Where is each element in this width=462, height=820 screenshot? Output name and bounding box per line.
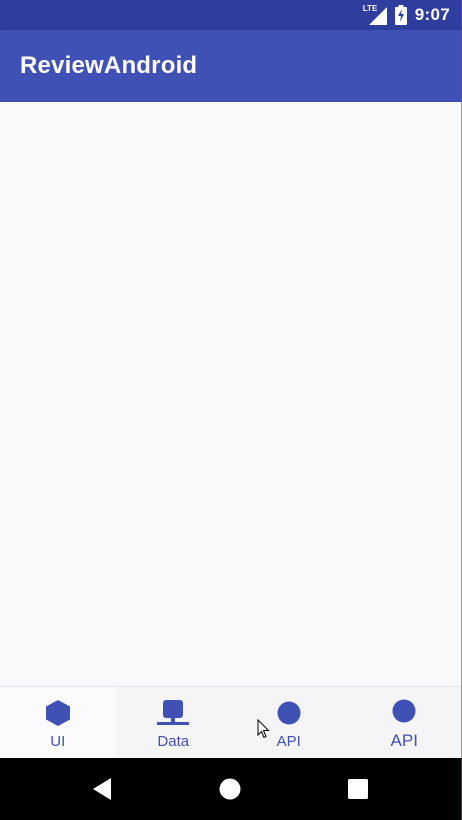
- nav-item-ui[interactable]: UI: [0, 687, 116, 759]
- nav-label-api: API: [276, 733, 301, 750]
- circle-icon: [392, 699, 416, 723]
- home-icon[interactable]: [219, 777, 241, 801]
- system-navigation-bar: [0, 758, 462, 820]
- nav-label-data: Data: [157, 733, 190, 750]
- circle-icon: [277, 701, 301, 725]
- status-clock: 9:07: [414, 5, 450, 24]
- nav-label-api-2: API: [390, 731, 418, 750]
- back-icon[interactable]: [92, 777, 112, 801]
- signal-icon: [368, 7, 387, 25]
- mouse-cursor-icon: [257, 719, 270, 739]
- nav-label-ui: UI: [50, 733, 66, 750]
- app-title: ReviewAndroid: [20, 52, 198, 79]
- recents-icon[interactable]: [348, 779, 368, 799]
- content-area: [0, 102, 462, 686]
- app-bar: ReviewAndroid: [0, 30, 462, 102]
- nav-item-api-2[interactable]: API: [347, 687, 462, 759]
- battery-charging-icon: [394, 5, 407, 25]
- hexagon-icon: [45, 700, 70, 726]
- computer-icon: [157, 700, 190, 725]
- bottom-navigation: UI Data API API: [0, 686, 462, 759]
- status-icons: LTE 9:07: [363, 0, 450, 30]
- nav-item-api[interactable]: API: [231, 687, 347, 759]
- status-bar: LTE 9:07: [0, 0, 462, 30]
- network-indicator: LTE: [363, 5, 387, 25]
- nav-item-data[interactable]: Data: [116, 687, 232, 759]
